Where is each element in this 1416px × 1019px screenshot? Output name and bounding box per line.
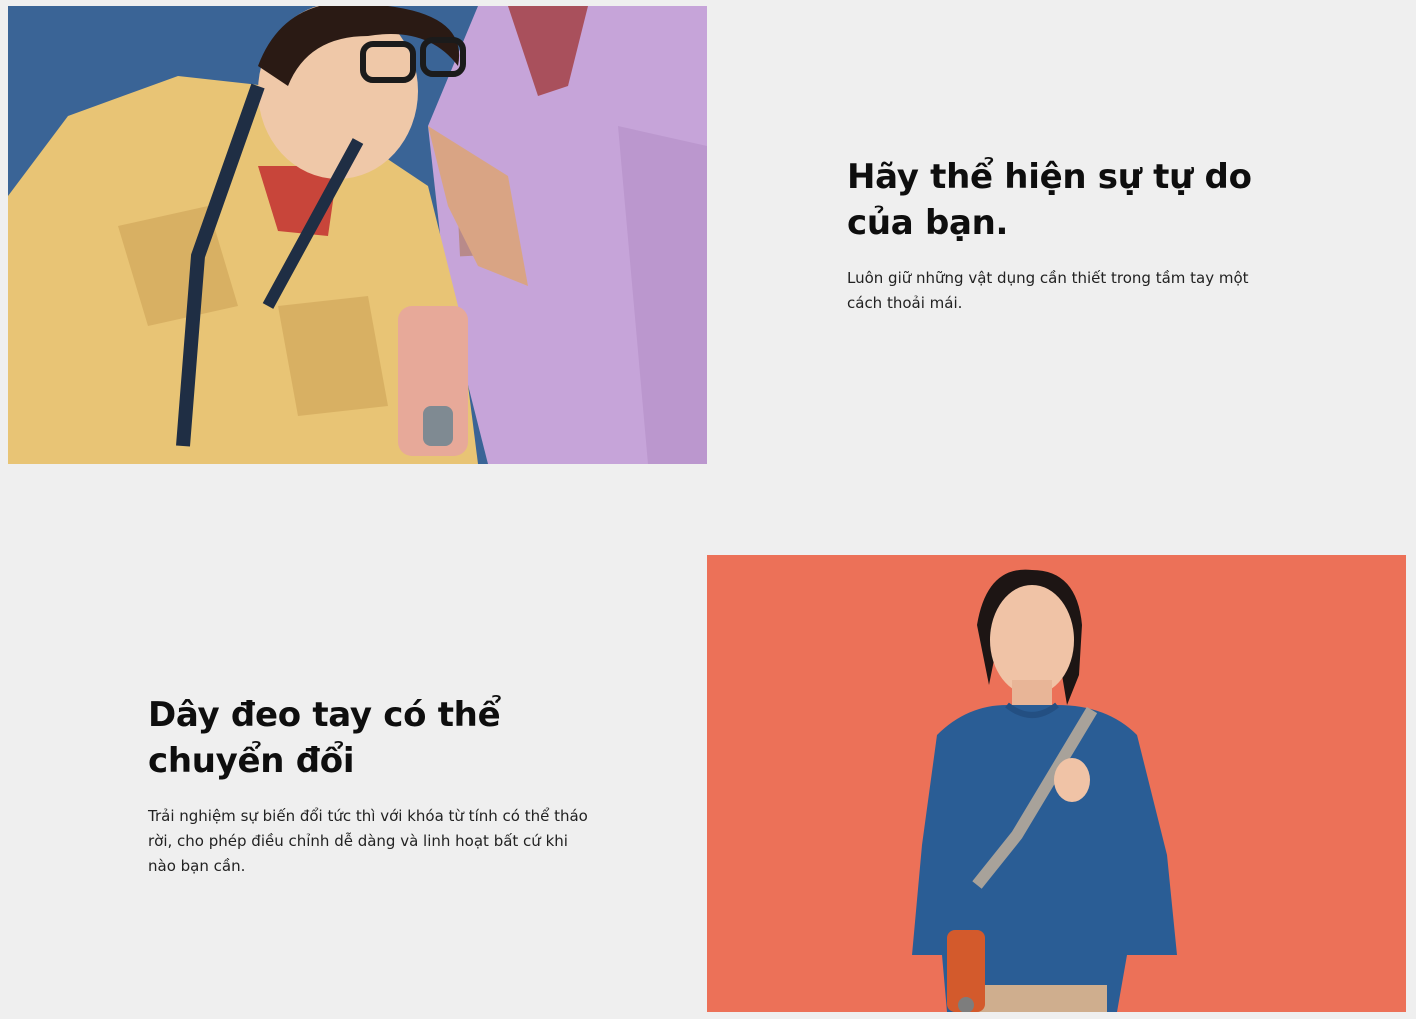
feature-heading: Hãy thể hiện sự tự do của bạn. [847, 157, 1252, 243]
photo-illustration-1 [8, 6, 707, 464]
feature-block-strap: Dây đeo tay có thể chuyển đổi Trải nghiệ… [148, 692, 588, 879]
product-feature-page: Hãy thể hiện sự tự do của bạn. Luôn giữ … [0, 0, 1416, 1019]
lifestyle-photo-woman [707, 555, 1406, 1012]
lifestyle-photo-couple [8, 6, 707, 464]
feature-description: Luôn giữ những vật dụng cần thiết trong … [847, 269, 1249, 312]
feature-description: Trải nghiệm sự biến đổi tức thì với khóa… [148, 807, 588, 875]
feature-heading: Dây đeo tay có thể chuyển đổi [148, 695, 501, 781]
photo-illustration-2 [707, 555, 1406, 1012]
feature-block-freedom: Hãy thể hiện sự tự do của bạn. Luôn giữ … [847, 154, 1287, 316]
